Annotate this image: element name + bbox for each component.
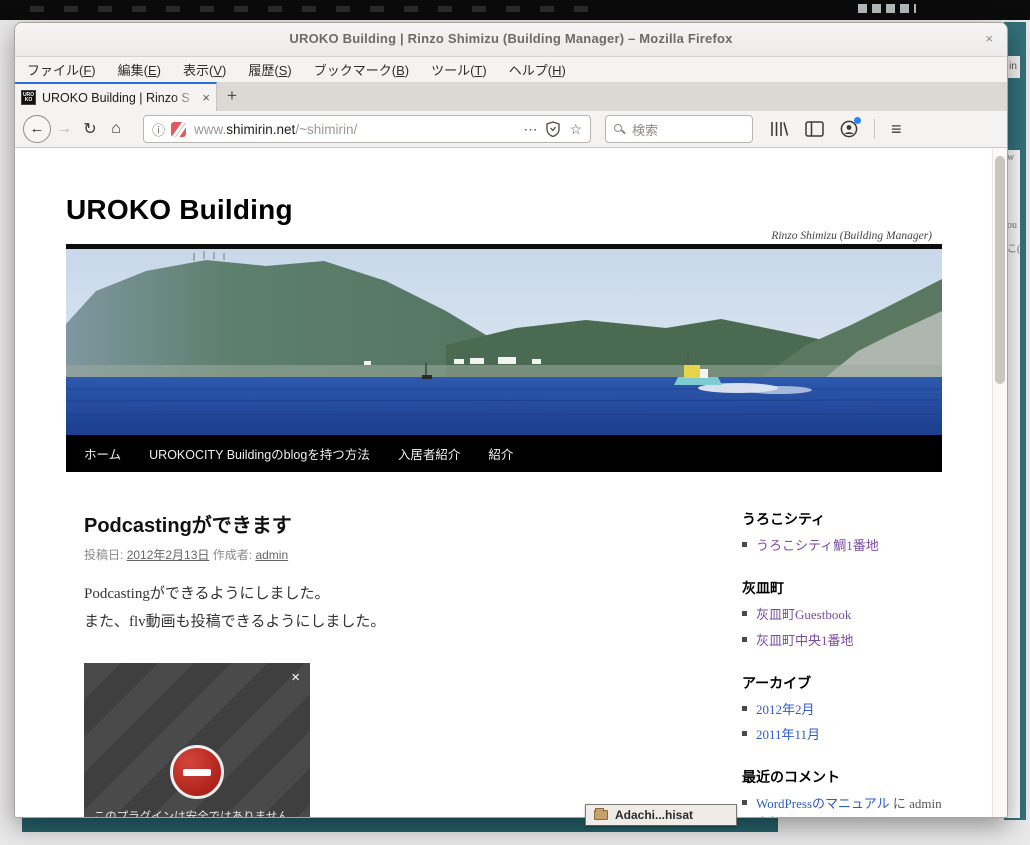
- reload-button[interactable]: ↻: [77, 119, 103, 139]
- app-menu-icon[interactable]: ≡: [891, 119, 902, 140]
- article: Podcastingができます 投稿日: 2012年2月13日 作成者: adm…: [66, 509, 706, 817]
- widget-urokocity: うろこシティ うろこシティ鯛1番地: [742, 509, 942, 556]
- blocked-plugin-box[interactable]: × このプラグインは安全ではありません。更新してください。 Adobe Flas…: [84, 663, 310, 818]
- comment-link[interactable]: WordPressのマニュアル: [756, 796, 890, 811]
- search-icon: [614, 124, 625, 135]
- sidebar-toggle-icon[interactable]: [805, 121, 824, 137]
- menu-help[interactable]: ヘルプ(H): [509, 60, 566, 79]
- article-meta: 投稿日: 2012年2月13日 作成者: admin: [84, 546, 706, 563]
- list-item: うろこシティ鯛1番地: [742, 537, 942, 556]
- background-window-top-bar: [0, 0, 1030, 20]
- list-item: 灰皿町Guestbook: [742, 606, 942, 625]
- sidebar-link[interactable]: 灰皿町中央1番地: [756, 633, 854, 648]
- page-scrollbar[interactable]: [992, 148, 1007, 817]
- archive-link[interactable]: 2011年11月: [756, 727, 820, 742]
- menu-history[interactable]: 履歴(S): [248, 60, 291, 79]
- navigation-toolbar: ← → ↻ ⌂ ⓘ www.shimirin.net/~shimirin/ ⋯ …: [15, 111, 1007, 148]
- article-body: Podcastingができるようにしました。 また、flv動画も投稿できるように…: [84, 581, 706, 637]
- flash-plugin-icon[interactable]: [171, 122, 186, 137]
- window-close-button[interactable]: ×: [985, 31, 993, 46]
- page-actions-icon[interactable]: ⋯: [523, 121, 537, 138]
- menu-file[interactable]: ファイル(F): [27, 60, 96, 79]
- sliver-text-fragment: w: [1007, 152, 1014, 163]
- toolbar-separator: [874, 119, 875, 139]
- article-author-link[interactable]: admin: [255, 548, 288, 562]
- library-icon[interactable]: [769, 120, 789, 138]
- article-date-link[interactable]: 2012年2月13日: [127, 548, 210, 562]
- sidebar-link[interactable]: うろこシティ鯛1番地: [756, 538, 879, 553]
- site-subtitle: Rinzo Shimizu (Building Manager): [771, 230, 932, 242]
- blocked-icon: [170, 745, 224, 799]
- widget-archives: アーカイブ 2012年2月 2011年11月: [742, 673, 942, 746]
- header-image: [66, 244, 942, 435]
- article-title[interactable]: Podcastingができます: [84, 509, 706, 538]
- sliver-text-fragment: in: [1006, 56, 1020, 78]
- site-title[interactable]: UROKO Building: [66, 178, 942, 226]
- archive-link[interactable]: 2012年2月: [756, 702, 815, 717]
- account-icon[interactable]: [840, 120, 858, 138]
- sidebar-link[interactable]: 灰皿町Guestbook: [756, 607, 851, 622]
- bookmark-star-icon[interactable]: ☆: [569, 121, 582, 138]
- scrollbar-thumb[interactable]: [995, 156, 1005, 384]
- widget-title: うろこシティ: [742, 509, 942, 529]
- widget-title: 灰皿町: [742, 578, 942, 598]
- forward-button[interactable]: →: [51, 120, 77, 138]
- comment-item: WordPressのマニュアル に admin より: [742, 795, 942, 817]
- tab-bar: UROKO UROKO Building | Rinzo S × +: [15, 82, 1007, 111]
- background-folder-tab[interactable]: Adachi...hisat: [585, 804, 737, 826]
- folder-tab-label: Adachi...hisat: [615, 808, 693, 822]
- nav-residents[interactable]: 入居者紹介: [398, 444, 461, 463]
- window-title: UROKO Building | Rinzo Shimizu (Building…: [15, 31, 1007, 46]
- url-text[interactable]: www.shimirin.net/~shimirin/: [194, 122, 514, 137]
- search-box[interactable]: 検索: [605, 115, 753, 143]
- desktop: in w ou こ( UROKO Building | Rinzo Shimiz…: [0, 0, 1030, 845]
- nav-home[interactable]: ホーム: [84, 444, 121, 463]
- menu-tools[interactable]: ツール(T): [431, 60, 487, 79]
- tab-close-icon[interactable]: ×: [202, 90, 210, 105]
- menu-bar: ファイル(F) 編集(E) 表示(V) 履歴(S) ブックマーク(B) ツール(…: [15, 57, 1007, 82]
- main-navigation: ホーム UROKOCITY Buildingのblogを持つ方法 入居者紹介 紹…: [66, 435, 942, 472]
- folder-icon: [594, 810, 608, 820]
- new-tab-button[interactable]: +: [217, 82, 247, 111]
- back-button[interactable]: ←: [23, 115, 51, 143]
- pocket-shield-icon[interactable]: [546, 121, 560, 137]
- sliver-text-fragment: ou: [1007, 220, 1017, 231]
- widget-recent-comments: 最近のコメント WordPressのマニュアル に admin より WordP…: [742, 767, 942, 817]
- list-item: 2011年11月: [742, 726, 942, 745]
- list-item: 2012年2月: [742, 701, 942, 720]
- tab-uroko-building[interactable]: UROKO UROKO Building | Rinzo S ×: [15, 82, 217, 111]
- home-button[interactable]: ⌂: [103, 120, 129, 138]
- menu-bookmarks[interactable]: ブックマーク(B): [314, 60, 409, 79]
- site-favicon-icon: UROKO: [21, 90, 36, 105]
- menu-edit[interactable]: 編集(E): [118, 60, 161, 79]
- site-header: UROKO Building Rinzo Shimizu (Building M…: [66, 178, 942, 244]
- widget-haizara: 灰皿町 灰皿町Guestbook 灰皿町中央1番地: [742, 578, 942, 651]
- window-titlebar[interactable]: UROKO Building | Rinzo Shimizu (Building…: [15, 23, 1007, 57]
- background-bar-marks-right: [858, 4, 916, 13]
- background-bar-marks: [30, 6, 590, 12]
- widget-title: 最近のコメント: [742, 767, 942, 787]
- widget-title: アーカイブ: [742, 673, 942, 693]
- url-bar[interactable]: ⓘ www.shimirin.net/~shimirin/ ⋯ ☆: [143, 115, 591, 143]
- site-info-icon[interactable]: ⓘ: [152, 120, 165, 139]
- plugin-close-icon[interactable]: ×: [291, 669, 300, 686]
- tab-title: UROKO Building | Rinzo S: [42, 91, 198, 105]
- firefox-window: UROKO Building | Rinzo Shimizu (Building…: [14, 22, 1008, 818]
- plugin-warning-text: このプラグインは安全ではありません。更新してください。: [92, 809, 302, 818]
- nav-blog-howto[interactable]: UROKOCITY Buildingのblogを持つ方法: [149, 444, 370, 463]
- search-placeholder: 検索: [632, 120, 658, 139]
- notification-dot: [854, 117, 861, 124]
- list-item: 灰皿町中央1番地: [742, 632, 942, 651]
- menu-view[interactable]: 表示(V): [183, 60, 226, 79]
- nav-about[interactable]: 紹介: [488, 444, 513, 463]
- page-viewport: UROKO Building Rinzo Shimizu (Building M…: [15, 148, 1007, 817]
- sliver-text-fragment: こ(: [1007, 240, 1020, 255]
- sidebar: うろこシティ うろこシティ鯛1番地 灰皿町 灰皿町Guestbook 灰皿町中央…: [742, 509, 942, 817]
